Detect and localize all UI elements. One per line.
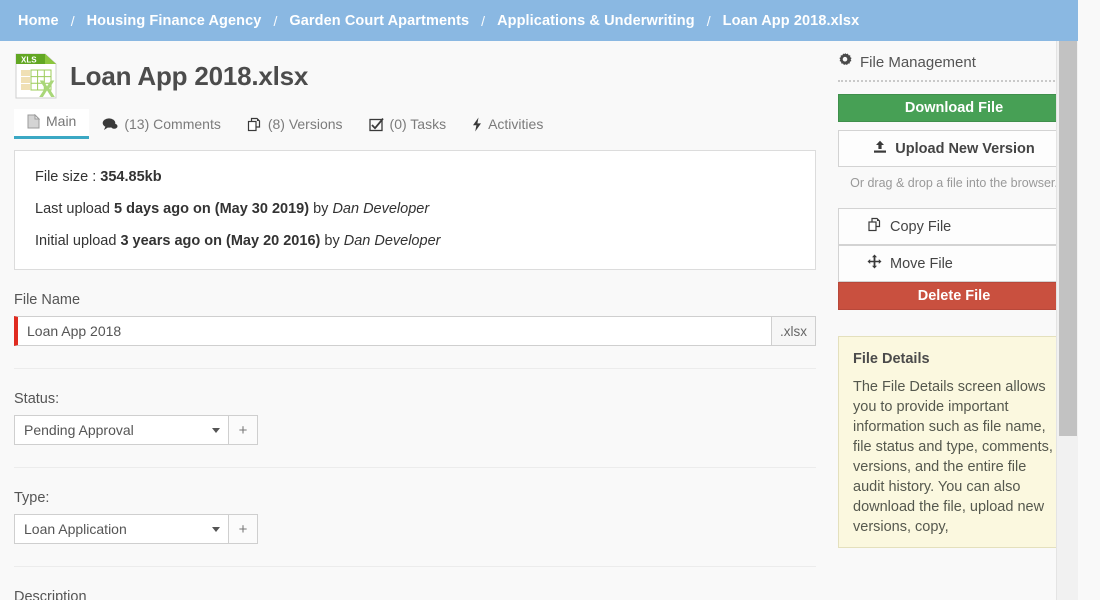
section-divider (14, 566, 816, 567)
file-size-value: 354.85kb (100, 169, 162, 185)
type-select[interactable]: Loan Application (14, 514, 229, 544)
page-icon (27, 113, 40, 129)
status-select-group: Pending Approval + (14, 415, 258, 445)
file-info-card: File size : 354.85kb Last upload 5 days … (14, 150, 816, 270)
svg-text:XLS: XLS (21, 56, 37, 65)
tab-main[interactable]: Main (14, 109, 90, 139)
file-details-title: File Details (853, 351, 930, 367)
tab-comments-label: (13) Comments (124, 116, 221, 132)
add-type-button[interactable]: + (229, 514, 258, 544)
upload-new-version-button[interactable]: Upload New Version (838, 130, 1070, 167)
initial-upload-user: Dan Developer (343, 233, 441, 249)
page-title-row: XLS X Loan App 2018.xlsx (14, 47, 830, 105)
tab-versions[interactable]: (8) Versions (234, 112, 356, 139)
comments-icon (102, 117, 118, 131)
move-file-button[interactable]: Move File (838, 245, 1070, 282)
breadcrumb-item-applications-underwriting[interactable]: Applications & Underwriting (497, 13, 695, 29)
type-label: Type: (14, 490, 50, 506)
xls-file-icon: XLS X (14, 52, 58, 103)
breadcrumb-item-housing-finance-agency[interactable]: Housing Finance Agency (87, 13, 262, 29)
status-select[interactable]: Pending Approval (14, 415, 229, 445)
lightning-icon (472, 117, 482, 132)
section-divider (14, 467, 816, 468)
breadcrumb: Home / Housing Finance Agency / Garden C… (0, 0, 1078, 41)
last-upload-user: Dan Developer (332, 201, 430, 217)
upload-new-version-label: Upload New Version (895, 140, 1035, 157)
chevron-down-icon (212, 527, 220, 532)
copy-file-button[interactable]: Copy File (838, 208, 1070, 245)
file-tabs: Main (13) Comments (8) Versions (0) Task… (14, 109, 830, 139)
last-upload-by-label: by (313, 201, 329, 217)
file-extension-addon: .xlsx (772, 316, 816, 346)
sidebar-divider (838, 80, 1070, 82)
breadcrumb-separator: / (70, 12, 75, 29)
initial-upload-label: Initial upload (35, 233, 117, 249)
section-divider (14, 368, 816, 369)
last-upload-label: Last upload (35, 201, 110, 217)
file-form: File Name .xlsx Status: Pending Approval… (14, 292, 816, 600)
type-select-group: Loan Application + (14, 514, 258, 544)
gear-icon (838, 53, 852, 71)
tab-tasks-label: (0) Tasks (389, 116, 447, 132)
delete-file-button[interactable]: Delete File (838, 282, 1070, 310)
add-status-button[interactable]: + (229, 415, 258, 445)
description-label: Description (14, 589, 87, 600)
status-select-value: Pending Approval (24, 422, 134, 438)
file-name-input-group: .xlsx (14, 316, 816, 346)
breadcrumb-separator: / (706, 12, 711, 29)
tab-comments[interactable]: (13) Comments (89, 112, 233, 139)
initial-upload-when: 3 years ago on (May 20 2016) (120, 233, 321, 249)
file-size-line: File size : 354.85kb (35, 169, 795, 185)
breadcrumb-item-home[interactable]: Home (18, 13, 59, 29)
file-management-sidebar: File Management Download File Upload New… (830, 41, 1078, 600)
tab-activities-label: Activities (488, 116, 544, 132)
tasks-checkbox-icon (368, 117, 384, 132)
tab-main-label: Main (46, 113, 77, 129)
initial-upload-by-label: by (324, 233, 340, 249)
tab-activities[interactable]: Activities (459, 112, 556, 139)
move-arrows-icon (867, 254, 882, 273)
scrollbar-thumb[interactable] (1059, 41, 1077, 436)
file-size-label: File size : (35, 169, 97, 185)
drag-drop-hint: Or drag & drop a file into the browser. (850, 176, 1058, 190)
move-file-label: Move File (890, 255, 953, 272)
delete-file-label: Delete File (917, 288, 991, 304)
initial-upload-line: Initial upload 3 years ago on (May 20 20… (35, 233, 795, 249)
file-name-input[interactable] (14, 316, 772, 346)
page-body: XLS X Loan App 2018.xlsx Main (13) Comme… (0, 41, 1078, 600)
file-details-panel: File Details The File Details screen all… (838, 336, 1070, 548)
tab-versions-label: (8) Versions (267, 116, 343, 132)
last-upload-when: 5 days ago on (May 30 2019) (114, 201, 310, 217)
sidebar-heading: File Management (830, 53, 1078, 71)
status-label: Status: (14, 391, 60, 407)
upload-icon (873, 140, 887, 158)
type-select-value: Loan Application (24, 521, 127, 537)
chevron-down-icon (212, 428, 220, 433)
file-details-body: The File Details screen allows you to pr… (853, 379, 1053, 535)
last-upload-line: Last upload 5 days ago on (May 30 2019) … (35, 201, 795, 217)
breadcrumb-item-current-file[interactable]: Loan App 2018.xlsx (723, 13, 860, 29)
svg-text:X: X (39, 76, 55, 100)
versions-icon (247, 117, 262, 132)
copy-icon (867, 217, 882, 236)
tab-tasks[interactable]: (0) Tasks (356, 112, 460, 139)
breadcrumb-item-garden-court-apartments[interactable]: Garden Court Apartments (289, 13, 469, 29)
copy-file-label: Copy File (890, 218, 952, 235)
download-file-button[interactable]: Download File (838, 94, 1070, 122)
vertical-scrollbar[interactable] (1056, 41, 1078, 600)
page-title: Loan App 2018.xlsx (70, 60, 309, 91)
main-content: XLS X Loan App 2018.xlsx Main (13) Comme… (0, 41, 830, 600)
breadcrumb-separator: / (273, 12, 278, 29)
download-file-label: Download File (904, 100, 1004, 116)
breadcrumb-separator: / (481, 12, 486, 29)
sidebar-heading-label: File Management (860, 53, 976, 71)
file-name-label: File Name (14, 292, 81, 308)
